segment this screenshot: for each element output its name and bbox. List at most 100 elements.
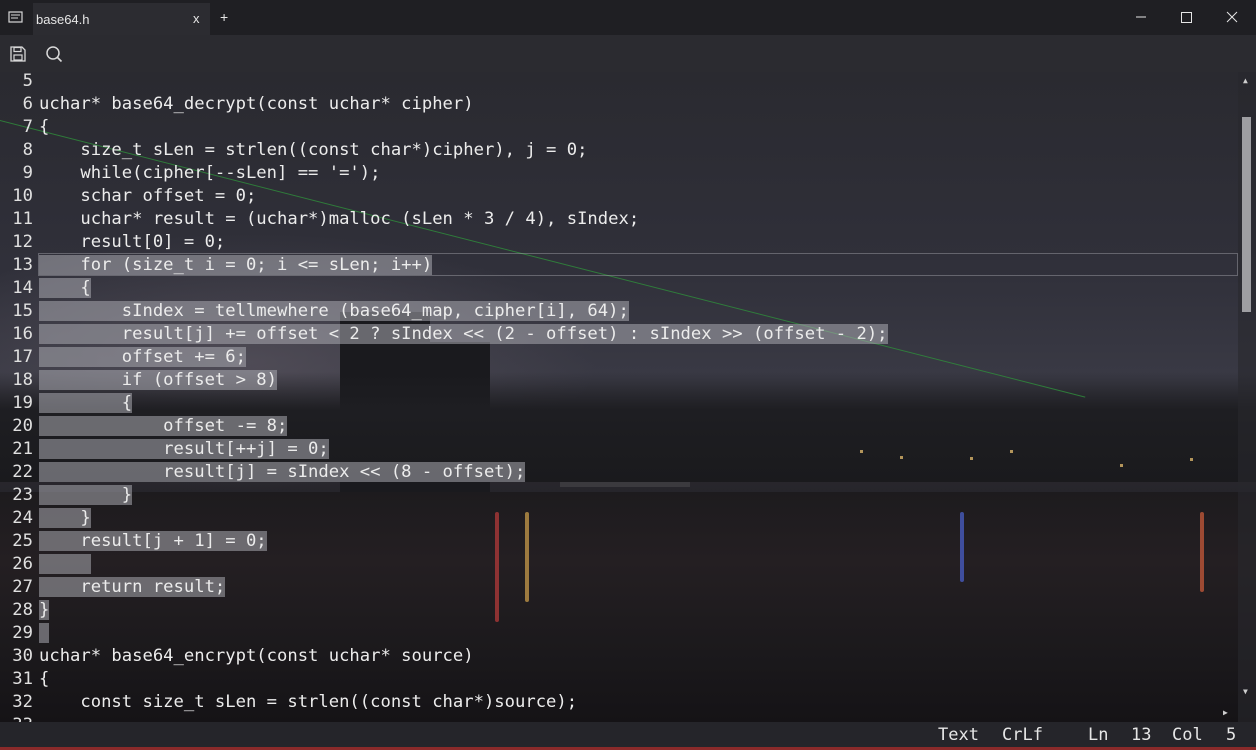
code-line[interactable]: 31 { [0,668,1238,691]
code-segment: const size_t sLen = strlen((const char*)… [39,692,578,712]
save-icon[interactable] [9,45,27,63]
code-text: return result; [39,576,226,599]
title-bar: base64.h x + [0,0,1256,35]
encoding-mode[interactable]: Text [938,725,979,745]
code-line[interactable]: 26 [0,553,1238,576]
line-number: 23 [12,485,33,505]
line-number: 22 [12,462,33,482]
code-segment: result[0] = 0; [39,232,226,252]
minimize-button[interactable] [1118,0,1164,35]
close-button[interactable] [1209,0,1255,35]
selected-code-segment: result[j] += offset < 2 ? sIndex << (2 -… [39,324,888,344]
code-segment: schar offset = 0; [39,186,257,206]
line-number: 15 [12,301,33,321]
selected-code-segment: if (offset > 8) [39,370,277,390]
code-line[interactable]: 9 while(cipher[--sLen] == '='); [0,162,1238,185]
code-segment: while(cipher[--sLen] == '='); [39,163,381,183]
code-text: offset += 6; [39,346,246,369]
code-line[interactable]: 18 if (offset > 8) [0,369,1238,392]
line-label: Ln [1088,725,1109,745]
code-segment: { [39,669,50,689]
code-text: const size_t sLen = strlen((const char*)… [39,691,577,714]
code-line[interactable]: 32 const size_t sLen = strlen((const cha… [0,691,1238,714]
code-text: } [39,484,133,507]
code-text: uchar* result = (uchar*)malloc (sLen * 3… [39,208,639,231]
line-number: 28 [12,600,33,620]
line-number: 30 [12,646,33,666]
code-line[interactable]: 13 for (size_t i = 0; i <= sLen; i++) [0,254,1238,277]
tab-base64[interactable]: base64.h x [33,3,210,35]
code-text: } [39,599,50,622]
code-text: } [39,507,91,530]
line-number: 26 [12,554,33,574]
notepad-icon[interactable] [8,10,24,24]
code-line[interactable]: 6 uchar* base64_decrypt(const uchar* ciph… [0,93,1238,116]
scroll-down-arrow-icon[interactable]: ▼ [1243,687,1248,696]
code-line[interactable]: 8 size_t sLen = strlen((const char*)ciph… [0,139,1238,162]
code-line[interactable]: 19 { [0,392,1238,415]
code-line[interactable]: 33 [0,714,1238,722]
line-number: 27 [12,577,33,597]
vertical-scrollbar[interactable]: ▲ ▼ [1238,72,1256,722]
code-line[interactable]: 20 offset -= 8; [0,415,1238,438]
code-text: result[j] += offset < 2 ? sIndex << (2 -… [39,323,888,346]
scrollbar-thumb[interactable] [1242,117,1251,312]
maximize-button[interactable] [1163,0,1209,35]
code-line[interactable]: 14 { [0,277,1238,300]
code-line[interactable]: 21 result[++j] = 0; [0,438,1238,461]
line-number: 6 [22,94,33,114]
maximize-icon [1181,12,1192,23]
code-line[interactable]: 25 result[j + 1] = 0; [0,530,1238,553]
line-number: 25 [12,531,33,551]
new-tab-button[interactable]: + [220,9,228,25]
code-line[interactable]: 11 uchar* result = (uchar*)malloc (sLen … [0,208,1238,231]
code-line[interactable]: 30 uchar* base64_encrypt(const uchar* sou… [0,645,1238,668]
search-icon[interactable] [45,45,63,63]
selected-code-segment: } [39,485,133,505]
scroll-right-arrow-icon[interactable]: ▶ [1223,708,1228,717]
code-segment: { [39,117,50,137]
code-text: result[j + 1] = 0; [39,530,267,553]
line-number: 20 [12,416,33,436]
code-segment: uchar* base64_encrypt(const uchar* sourc… [39,646,474,666]
code-line[interactable]: 10 schar offset = 0; [0,185,1238,208]
code-text: uchar* base64_decrypt(const uchar* ciphe… [39,93,474,116]
code-line[interactable]: 17 offset += 6; [0,346,1238,369]
minimize-icon [1136,16,1146,18]
line-number: 18 [12,370,33,390]
code-text: sIndex = tellmewhere (base64_map, cipher… [39,300,629,323]
selected-code-segment: return result; [39,577,226,597]
selected-code-segment [39,623,50,643]
code-editor[interactable]: 5 6 uchar* base64_decrypt(const uchar* cip… [0,72,1238,722]
code-line[interactable]: 24 } [0,507,1238,530]
tab-title: base64.h [36,12,90,27]
code-text: { [39,392,133,415]
code-text: { [39,116,49,139]
line-number: 17 [12,347,33,367]
code-line[interactable]: 29 [0,622,1238,645]
code-text: uchar* base64_encrypt(const uchar* sourc… [39,645,474,668]
code-segment: uchar* base64_decrypt(const uchar* ciphe… [39,94,474,114]
code-text: size_t sLen = strlen((const char*)cipher… [39,139,587,162]
code-text [39,622,50,645]
code-line[interactable]: 28} [0,599,1238,622]
code-line[interactable]: 15 sIndex = tellmewhere (base64_map, cip… [0,300,1238,323]
code-line[interactable]: 5 [0,72,1238,93]
selected-code-segment: for (size_t i = 0; i <= sLen; i++) [39,255,433,275]
line-number: 7 [22,117,33,137]
selected-code-segment: sIndex = tellmewhere (base64_map, cipher… [39,301,629,321]
code-line[interactable]: 12 result[0] = 0; [0,231,1238,254]
line-number: 33 [0,714,33,722]
code-line[interactable]: 23 } [0,484,1238,507]
code-line[interactable]: 16 result[j] += offset < 2 ? sIndex << (… [0,323,1238,346]
tab-close-button[interactable]: x [193,11,200,26]
code-line[interactable]: 22 result[j] = sIndex << (8 - offset); [0,461,1238,484]
code-text: result[j] = sIndex << (8 - offset); [39,461,526,484]
line-number: 13 [1131,725,1152,745]
scroll-up-arrow-icon[interactable]: ▲ [1243,76,1248,85]
selected-code-segment: } [39,600,50,620]
line-number: 16 [12,324,33,344]
code-line[interactable]: 27 return result; [0,576,1238,599]
code-line[interactable]: 7{ [0,116,1238,139]
line-ending[interactable]: CrLf [1002,725,1043,745]
